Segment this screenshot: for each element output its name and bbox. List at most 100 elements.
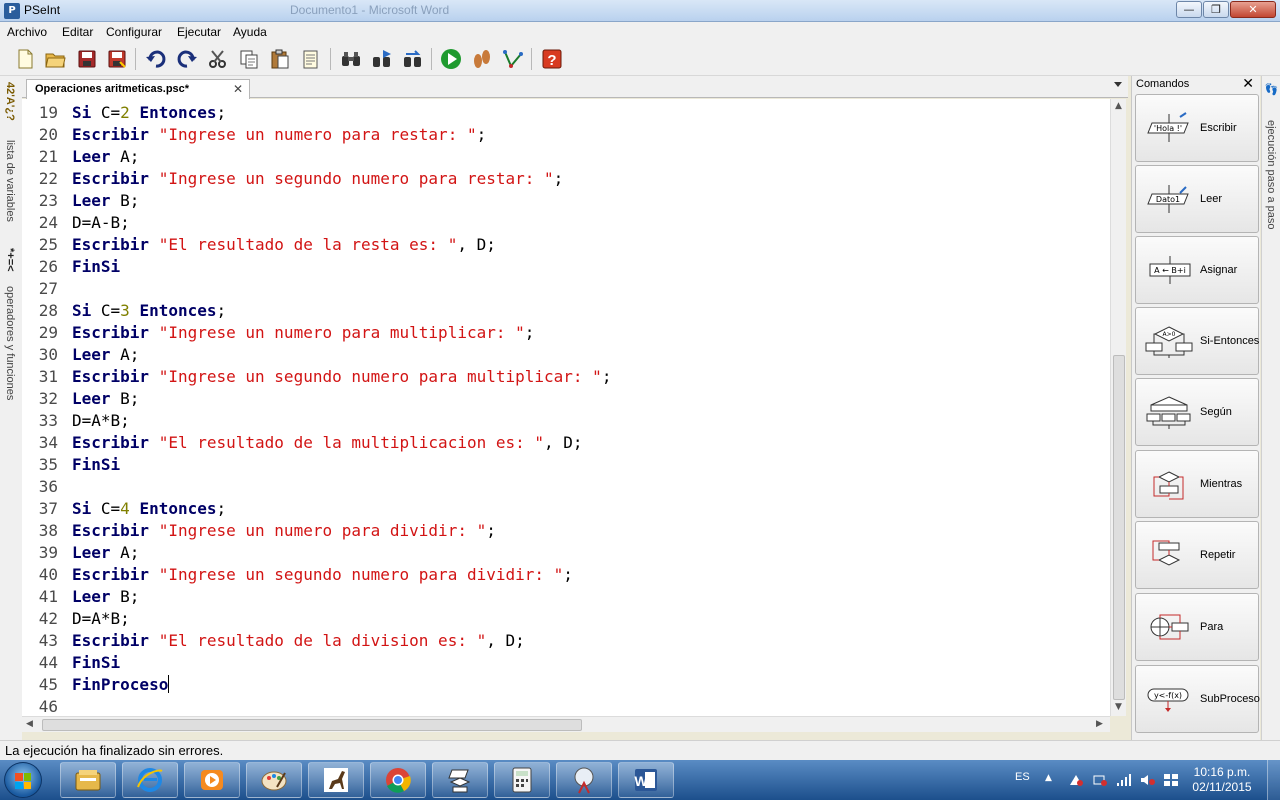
line-number: 37 bbox=[38, 499, 58, 518]
help-icon[interactable]: ? bbox=[539, 46, 565, 72]
line-number: 31 bbox=[38, 367, 58, 386]
code-text: D=A*B; bbox=[72, 410, 130, 432]
line-number: 27 bbox=[38, 279, 58, 298]
system-clock[interactable]: 10:16 p.m. 02/11/2015 bbox=[1190, 765, 1254, 795]
snipping-tool-icon[interactable] bbox=[556, 762, 612, 798]
menu-editar[interactable]: Editar bbox=[62, 25, 93, 39]
command-escribir-button[interactable]: 'Hola !' Escribir bbox=[1135, 94, 1259, 162]
code-token: A; bbox=[110, 543, 140, 562]
save-as-icon[interactable] bbox=[104, 46, 130, 72]
flowchart-icon[interactable] bbox=[500, 46, 526, 72]
power-icon[interactable] bbox=[1092, 773, 1108, 787]
redo-icon[interactable] bbox=[174, 46, 200, 72]
find-icon[interactable] bbox=[338, 46, 364, 72]
code-token: ; bbox=[553, 169, 564, 188]
close-button[interactable]: ✕ bbox=[1230, 1, 1276, 18]
menu-ejecutar[interactable]: Ejecutar bbox=[177, 25, 221, 39]
network-signal-icon[interactable] bbox=[1116, 773, 1132, 787]
open-folder-icon[interactable] bbox=[42, 46, 68, 72]
action-center-icon[interactable] bbox=[1068, 773, 1084, 787]
show-hidden-icons-icon[interactable]: ▲ bbox=[1045, 773, 1061, 787]
media-player-icon[interactable] bbox=[184, 762, 240, 798]
commands-header: Comandos bbox=[1136, 78, 1190, 90]
menu-ayuda[interactable]: Ayuda bbox=[233, 25, 267, 39]
code-text: D=A-B; bbox=[72, 212, 130, 234]
calculator-icon[interactable] bbox=[494, 762, 550, 798]
show-desktop-button[interactable] bbox=[1267, 760, 1280, 800]
toolbar: ? bbox=[0, 42, 1280, 76]
internet-explorer-icon[interactable] bbox=[122, 762, 178, 798]
segun-diagram-icon bbox=[1146, 396, 1191, 429]
editor-vertical-scrollbar[interactable]: ▲ ▼ bbox=[1110, 99, 1126, 716]
scroll-right-icon[interactable]: ▶ bbox=[1096, 719, 1103, 729]
code-editor[interactable]: 19 Si C=2 Entonces; 20 Escribir "Ingrese un… bbox=[22, 99, 1110, 716]
edit-text-icon[interactable] bbox=[298, 46, 324, 72]
paste-icon[interactable] bbox=[267, 46, 293, 72]
language-indicator[interactable]: ES bbox=[1015, 771, 1030, 800]
asignar-diagram-icon: A ← B+i bbox=[1149, 256, 1191, 284]
start-button[interactable] bbox=[4, 762, 42, 798]
code-token: Si bbox=[72, 103, 92, 122]
menu-configurar[interactable]: Configurar bbox=[106, 25, 162, 39]
word-icon[interactable]: W bbox=[618, 762, 674, 798]
svg-text:A>0: A>0 bbox=[1163, 331, 1176, 338]
cut-icon[interactable] bbox=[205, 46, 231, 72]
code-text: FinProceso bbox=[72, 674, 170, 696]
pseint-icon[interactable] bbox=[432, 762, 488, 798]
command-mientras-button[interactable]: Mientras bbox=[1135, 450, 1259, 518]
line-number: 46 bbox=[38, 697, 58, 716]
replace-icon[interactable] bbox=[400, 46, 426, 72]
variables-list-tab[interactable]: lista de variables bbox=[4, 140, 16, 222]
minimize-button[interactable]: — bbox=[1176, 1, 1202, 18]
command-subproceso-button[interactable]: y<-f(x) SubProceso bbox=[1135, 665, 1260, 733]
code-token: "El resultado de la resta es: " bbox=[158, 235, 458, 254]
new-file-icon[interactable] bbox=[12, 46, 38, 72]
menu-archivo[interactable]: Archivo bbox=[7, 25, 47, 39]
chrome-icon[interactable] bbox=[370, 762, 426, 798]
command-repetir-button[interactable]: Repetir bbox=[1135, 521, 1259, 589]
copy-icon[interactable] bbox=[236, 46, 262, 72]
scroll-left-icon[interactable]: ◀ bbox=[26, 719, 33, 729]
volume-muted-icon[interactable] bbox=[1140, 773, 1156, 787]
vertical-scroll-thumb[interactable] bbox=[1113, 355, 1125, 700]
line-number: 25 bbox=[38, 235, 58, 254]
operators-functions-tab[interactable]: operadores y funciones bbox=[4, 286, 16, 400]
tab-close-icon[interactable]: ✕ bbox=[233, 82, 243, 96]
code-token: , D; bbox=[544, 433, 583, 452]
code-token: "El resultado de la multiplicacion es: " bbox=[158, 433, 545, 452]
maximize-button[interactable]: ❐ bbox=[1203, 1, 1229, 18]
command-asignar-button[interactable]: A ← B+i Asignar bbox=[1135, 236, 1259, 304]
background-window-title: Documento1 - Microsoft Word bbox=[290, 3, 450, 17]
command-si-entonces-button[interactable]: A>0 Si-Entonces bbox=[1135, 307, 1259, 375]
save-icon[interactable] bbox=[74, 46, 100, 72]
paint-icon[interactable] bbox=[246, 762, 302, 798]
code-token: FinProceso bbox=[72, 675, 169, 694]
tab-operaciones-aritmeticas[interactable]: Operaciones aritmeticas.psc* ✕ bbox=[26, 79, 250, 99]
windows-update-icon[interactable] bbox=[1163, 773, 1179, 787]
line-number: 42 bbox=[38, 609, 58, 628]
code-token: Escribir bbox=[72, 433, 150, 452]
para-diagram-icon bbox=[1150, 614, 1189, 640]
step-by-step-tab[interactable]: ejecución paso a paso bbox=[1265, 120, 1277, 229]
command-para-button[interactable]: Para bbox=[1135, 593, 1259, 661]
run-icon[interactable] bbox=[438, 46, 464, 72]
line-number: 43 bbox=[38, 631, 58, 650]
tab-list-dropdown-icon[interactable] bbox=[1114, 82, 1122, 87]
pseint-app-icon: P bbox=[4, 3, 20, 19]
line-number: 24 bbox=[38, 213, 58, 232]
dinosaur-app-icon[interactable] bbox=[308, 762, 364, 798]
explorer-icon[interactable] bbox=[60, 762, 116, 798]
command-leer-label: Leer bbox=[1200, 193, 1223, 205]
scroll-down-icon[interactable]: ▼ bbox=[1115, 702, 1122, 712]
command-segun-button[interactable]: Según bbox=[1135, 378, 1259, 446]
scroll-up-icon[interactable]: ▲ bbox=[1115, 101, 1122, 111]
command-leer-button[interactable]: Dato1 Leer bbox=[1135, 165, 1259, 233]
step-by-step-icon[interactable] bbox=[469, 46, 495, 72]
undo-icon[interactable] bbox=[143, 46, 169, 72]
operators-glyphs: *+=< bbox=[4, 248, 16, 272]
editor-horizontal-scrollbar[interactable]: ◀ ▶ bbox=[22, 716, 1110, 732]
find-next-icon[interactable] bbox=[369, 46, 395, 72]
commands-close-icon[interactable]: ✕ bbox=[1242, 76, 1254, 92]
horizontal-scroll-thumb[interactable] bbox=[42, 719, 582, 731]
